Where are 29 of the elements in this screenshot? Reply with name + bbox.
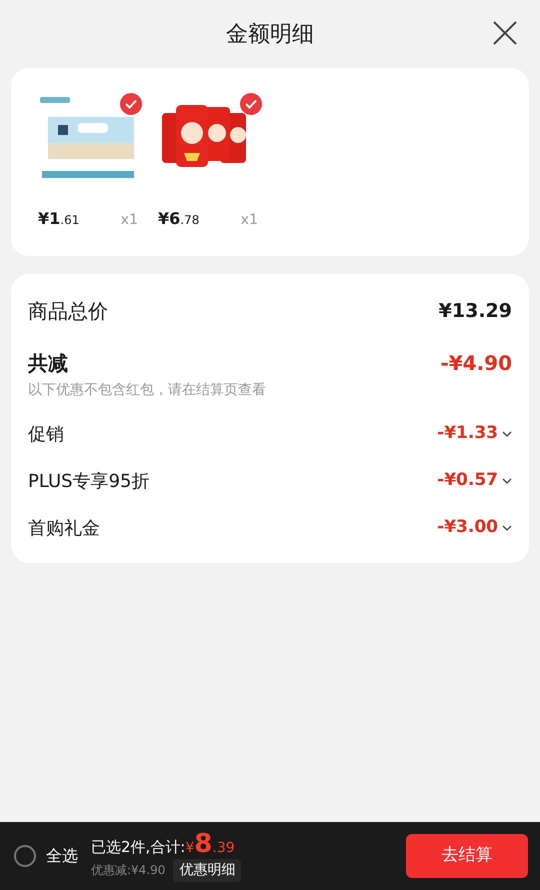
select-all-label: 全选 [46,845,78,867]
close-icon [492,20,518,46]
row-label: 共减 [28,350,68,377]
item-price: ¥6.78 [158,208,200,230]
total-price: ¥8.39 [185,830,235,858]
row-label: 商品总价 [28,298,108,325]
discount-details-button[interactable]: 优惠明细 [173,858,242,882]
discount-value[interactable]: -¥0.57 [437,468,512,494]
discount-label: 促销 [28,422,64,446]
item-quantity: x1 [120,211,138,230]
close-button[interactable] [492,20,518,46]
check-icon [245,99,257,109]
selected-summary: 已选2件,合计: [91,836,186,858]
item-price: ¥1.61 [38,208,80,230]
row-value: -¥4.90 [440,350,512,377]
sheet-title: 金额明细 [226,20,314,48]
item-checkbox[interactable] [240,93,262,115]
discount-value[interactable]: -¥1.33 [437,421,512,447]
check-icon [125,99,137,109]
checkout-button[interactable]: 去结算 [406,834,528,878]
item-checkbox[interactable] [120,93,142,115]
discount-label: 首购礼金 [28,516,100,540]
discount-label: PLUS专享95折 [28,470,150,494]
discount-value[interactable]: -¥3.00 [437,515,512,541]
row-value: ¥13.29 [438,298,512,324]
select-all-checkbox[interactable] [14,845,36,867]
saved-amount: 优惠减:¥4.90 [91,862,166,879]
discount-note: 以下优惠不包含红包，请在结算页查看 [28,381,267,400]
item-quantity: x1 [240,211,258,230]
